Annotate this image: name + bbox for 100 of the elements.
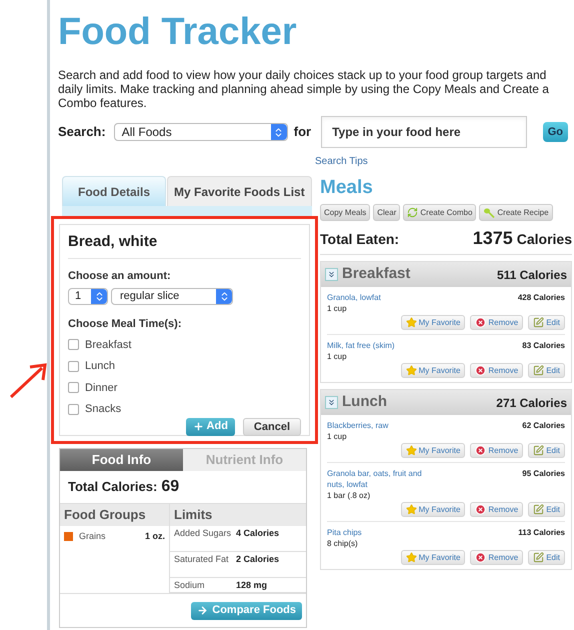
- food-item-link[interactable]: Granola bar, oats, fruit and nuts, lowfat: [327, 468, 427, 490]
- intro-text: Search and add food to view how your daily choices stack up to your food group targets and daily limits. Make tracking and planning ahead simple by using the Copy Meals and Create a Combo features.: [58, 68, 550, 110]
- food-group-name: Grains: [79, 530, 106, 542]
- food-item-button[interactable]: Edit: [528, 363, 565, 378]
- food-item-button[interactable]: Edit: [528, 550, 565, 565]
- total-eaten-unit: Calories: [516, 230, 572, 249]
- remove-icon: [475, 552, 486, 563]
- food-portion: 1 cup: [327, 303, 348, 314]
- panel-tab[interactable]: Food Details: [62, 176, 166, 206]
- star-icon: [406, 552, 417, 563]
- food-item-button[interactable]: My Favorite: [400, 502, 466, 517]
- limit-amount: 4 Calories: [236, 528, 280, 540]
- total-calories-value: 69: [161, 477, 180, 497]
- star-icon: [406, 445, 417, 456]
- total-calories-label: Total Calories:: [68, 478, 158, 496]
- food-item-button[interactable]: My Favorite: [400, 315, 466, 330]
- food-item-button[interactable]: Remove: [470, 315, 524, 330]
- compare-foods-button[interactable]: Compare Foods: [191, 602, 302, 620]
- food-item-button[interactable]: My Favorite: [400, 363, 466, 378]
- search-label: Search:: [58, 123, 106, 142]
- unit-select[interactable]: regular slice: [111, 288, 233, 305]
- meal-name: Breakfast: [342, 264, 410, 284]
- food-search-field[interactable]: Type in your food here: [321, 116, 527, 148]
- food-item-link[interactable]: Blackberries, raw: [327, 420, 388, 431]
- food-item-link[interactable]: Granola, lowfat: [327, 292, 381, 303]
- food-category-select[interactable]: All Foods: [114, 123, 288, 141]
- limit-amount: 128 mg: [236, 580, 268, 590]
- meals-heading: Meals: [320, 176, 373, 200]
- meal-action-button[interactable]: Clear: [373, 204, 400, 221]
- edit-icon: [533, 317, 544, 328]
- food-groups-heading: Food Groups: [60, 504, 169, 526]
- cancel-button[interactable]: Cancel: [242, 418, 301, 436]
- stepper-icon: [270, 124, 287, 140]
- food-item-link[interactable]: Pita chips: [327, 527, 362, 538]
- food-group-amount: 1 oz.: [144, 530, 165, 542]
- food-item-button[interactable]: Edit: [528, 502, 565, 517]
- meal-action-button[interactable]: Copy Meals: [320, 204, 370, 221]
- food-item-calories: 113 Calories: [518, 527, 565, 539]
- arrow-right-icon: [197, 605, 208, 616]
- panel-tab[interactable]: My Favorite Foods List: [167, 176, 312, 206]
- edit-icon: [533, 504, 544, 515]
- quantity-select[interactable]: 1: [68, 288, 108, 305]
- food-portion: 8 chip(s): [327, 538, 359, 549]
- meal-name: Lunch: [342, 392, 387, 412]
- stepper-icon: [91, 289, 107, 304]
- info-tab[interactable]: Food Info: [60, 449, 183, 471]
- meal-option-label: Breakfast: [85, 338, 132, 352]
- meal-checkbox[interactable]: [68, 339, 79, 350]
- food-item-button[interactable]: Remove: [470, 502, 524, 517]
- edit-icon: [533, 445, 544, 456]
- add-button[interactable]: Add: [186, 418, 235, 436]
- food-portion: 1 cup: [327, 351, 348, 362]
- meal-calories: 271 Calories: [496, 394, 567, 412]
- edit-icon: [533, 552, 544, 563]
- remove-icon: [475, 365, 486, 376]
- plus-icon: [192, 421, 204, 432]
- meal-action-button[interactable]: Create Combo: [403, 204, 476, 221]
- food-item-button[interactable]: Remove: [470, 443, 524, 458]
- total-eaten-value: 1375: [472, 227, 513, 250]
- collapse-icon[interactable]: [325, 396, 338, 409]
- food-item-button[interactable]: Edit: [528, 315, 565, 330]
- food-item-button[interactable]: Remove: [470, 550, 524, 565]
- meal-checkbox[interactable]: [68, 360, 79, 372]
- meal-option-label: Snacks: [85, 402, 122, 417]
- amount-label: Choose an amount:: [68, 268, 172, 284]
- meal-action-button[interactable]: Create Recipe: [479, 204, 553, 221]
- meal-checkbox[interactable]: [68, 404, 79, 415]
- stepper-icon: [216, 289, 232, 304]
- limit-name: Added Sugars: [174, 528, 232, 540]
- edit-icon: [533, 365, 544, 376]
- food-item-calories: 62 Calories: [522, 420, 565, 432]
- star-icon: [406, 504, 417, 515]
- food-item-button[interactable]: My Favorite: [400, 443, 466, 458]
- meal-checkbox[interactable]: [68, 382, 79, 394]
- page-title: Food Tracker: [58, 10, 297, 54]
- food-item-button[interactable]: Remove: [470, 363, 524, 378]
- limit-name: Sodium: [174, 580, 206, 590]
- food-item-calories: 95 Calories: [522, 468, 565, 480]
- food-name: Bread, white: [68, 231, 301, 258]
- go-button[interactable]: Go: [542, 122, 568, 142]
- meal-option-label: Lunch: [85, 359, 115, 374]
- for-label: for: [294, 123, 312, 142]
- remove-icon: [475, 317, 486, 328]
- meal-calories: 511 Calories: [496, 266, 567, 284]
- limit-amount: 2 Calories: [236, 554, 280, 566]
- star-icon: [406, 317, 417, 328]
- collapse-icon[interactable]: [325, 268, 338, 281]
- remove-icon: [475, 504, 486, 515]
- search-tips-link[interactable]: Search Tips: [315, 156, 368, 167]
- spoon-icon: [483, 206, 496, 218]
- food-item-button[interactable]: Edit: [528, 443, 565, 458]
- star-icon: [406, 365, 417, 376]
- food-item-link[interactable]: Milk, fat free (skim): [327, 340, 395, 351]
- food-item-calories: 83 Calories: [522, 340, 565, 352]
- food-item-button[interactable]: My Favorite: [400, 550, 466, 565]
- food-portion: 1 cup: [327, 431, 348, 442]
- total-eaten-label: Total Eaten:: [320, 230, 400, 249]
- meal-option-label: Dinner: [85, 380, 118, 396]
- food-portion: 1 bar (.8 oz): [327, 490, 372, 501]
- refresh-icon: [407, 207, 418, 218]
